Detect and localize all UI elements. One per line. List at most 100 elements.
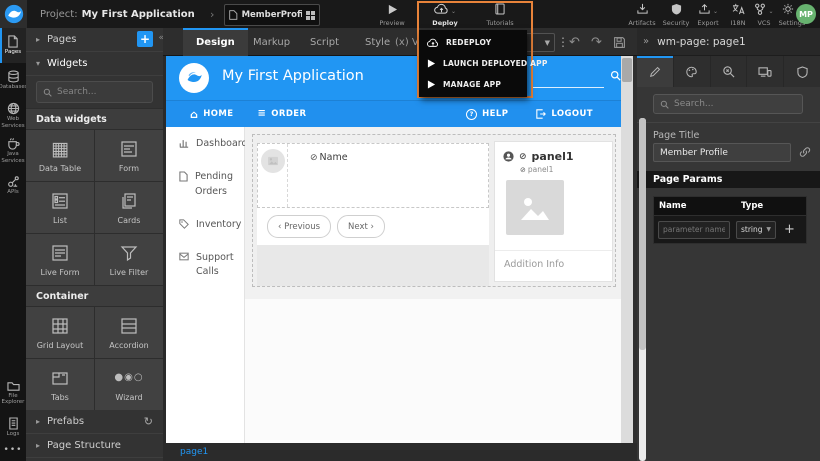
widget-tile-accordion[interactable]: Accordion (95, 307, 163, 358)
add-page-button[interactable]: + (137, 31, 153, 47)
tile-label: Tabs (51, 393, 69, 402)
widget-tile-grid-layout[interactable]: Grid Layout (26, 307, 94, 358)
panel-scrollbar-thumb[interactable] (639, 118, 646, 350)
page-tab-page1[interactable]: page1 (180, 447, 208, 457)
list-widget[interactable]: ⊘ Name (257, 143, 489, 208)
nav-item-order[interactable]: ≡ ORDER (258, 109, 307, 119)
redo-icon[interactable]: ↷ (591, 28, 602, 56)
widget-tile-live-filter[interactable]: Live Filter (95, 234, 163, 285)
sidenav-item-inventory[interactable]: Inventory (166, 208, 244, 241)
widget-tile-wizard[interactable]: ●◉○ Wizard (95, 359, 163, 410)
tab-properties[interactable] (637, 56, 674, 87)
app-header[interactable]: My First Application (166, 56, 621, 100)
rail-label: Logs (7, 431, 20, 437)
image-placeholder[interactable] (506, 180, 564, 235)
nav-item-help[interactable]: ? HELP (466, 109, 508, 120)
tile-label: Live Form (40, 268, 79, 277)
parameter-type-select[interactable]: string ▼ (736, 221, 776, 239)
tile-label: Cards (118, 216, 141, 225)
nav-item-logout[interactable]: LOGOUT (536, 109, 593, 120)
no-binding-icon: ⊘ (310, 153, 318, 163)
open-file-tab[interactable]: MemberProfile (224, 4, 320, 26)
tab-script[interactable]: Script (297, 28, 352, 56)
layout-grid-icon[interactable] (306, 11, 315, 20)
widget-tile-tabs[interactable]: Tabs (26, 359, 94, 410)
properties-tabs (637, 56, 820, 87)
sidenav-item-dashboard[interactable]: Dashboard (166, 127, 244, 160)
next-button[interactable]: Next › (337, 215, 385, 238)
menu-item-redeploy[interactable]: REDEPLOY (419, 38, 527, 48)
expand-panel-icon[interactable]: » (643, 36, 649, 47)
widget-tile-live-form[interactable]: Live Form (26, 234, 94, 285)
inventory-tag-icon (179, 219, 189, 229)
tab-markup[interactable]: Markup (240, 28, 303, 56)
panel-header[interactable]: ⊘ panel1 (503, 150, 574, 163)
page-structure-section-header[interactable]: ▸ Page Structure (26, 434, 163, 458)
rail-label: Databases (0, 84, 28, 90)
widget-tile-form[interactable]: Form (95, 130, 163, 181)
sidenav-label: Inventory (196, 218, 241, 232)
tutorials-label: Tutorials (486, 19, 513, 27)
more-options-icon[interactable]: ••• (0, 445, 26, 455)
list-field-name[interactable]: ⊘ Name (310, 152, 348, 163)
parameter-name-input[interactable] (658, 221, 730, 239)
sidenav-item-support-calls[interactable]: Support Calls (166, 241, 244, 289)
rail-item-file-explorer[interactable]: File Explorer (0, 375, 26, 410)
prefabs-section-header[interactable]: ▸ Prefabs ↻ (26, 410, 163, 434)
canvas-page[interactable]: My First Application ⌂ HOME ≡ ORDER ? HE… (166, 56, 621, 443)
properties-search-input[interactable]: Search... (653, 94, 803, 114)
rail-item-logs[interactable]: Logs (0, 410, 26, 445)
app-search-input[interactable] (532, 87, 604, 88)
save-icon[interactable] (613, 28, 626, 56)
widget-tile-cards[interactable]: Cards (95, 182, 163, 233)
kebab-menu-icon[interactable]: ⋮ (557, 28, 569, 56)
field-label: Name (320, 152, 348, 163)
widget-search-placeholder: Search... (57, 87, 97, 97)
tutorials-button[interactable]: Tutorials (480, 2, 520, 27)
sidenav-item-pending-orders[interactable]: Pending Orders (166, 160, 244, 208)
app-search-icon[interactable] (610, 70, 621, 81)
menu-item-launch-deployed-app[interactable]: LAUNCH DEPLOYED APP (419, 59, 527, 68)
wavemaker-logo[interactable] (0, 0, 27, 28)
canvas-scrollbar[interactable] (621, 56, 633, 443)
refresh-icon[interactable]: ↻ (144, 415, 153, 428)
rail-item-java-services[interactable]: Java Services (0, 133, 26, 168)
panel-widget[interactable]: ⊘ panel1 ⊘ panel1 Addition Info (494, 141, 613, 282)
undo-icon[interactable]: ↶ (569, 28, 580, 56)
rail-item-pages[interactable]: Pages (0, 28, 26, 63)
person-icon (503, 151, 514, 162)
tile-label: Data Table (39, 164, 81, 173)
pages-section-header[interactable]: ▸ Pages + « (26, 28, 163, 52)
menu-item-manage-app[interactable]: MANAGE APP (419, 80, 527, 89)
add-parameter-button[interactable]: + (784, 222, 795, 237)
user-avatar[interactable]: MP (796, 4, 816, 24)
widget-tile-list[interactable]: List (26, 182, 94, 233)
sidenav-label: Support Calls (196, 251, 244, 280)
panel-scrollbar[interactable] (639, 118, 646, 461)
widget-search-input[interactable]: Search... (36, 81, 153, 103)
nav-item-home[interactable]: ⌂ HOME (190, 109, 234, 120)
widget-container[interactable]: ⊘ Name ‹ Previous Next › ⊘ panel1 (252, 134, 616, 287)
canvas-scrollbar-thumb[interactable] (622, 58, 632, 82)
nav-label: HELP (482, 109, 508, 119)
tab-events[interactable] (711, 56, 748, 87)
rail-item-apis[interactable]: APIs (0, 168, 26, 203)
tab-security[interactable] (784, 56, 820, 87)
bottom-page-tabs: page1 (163, 443, 637, 461)
previous-button[interactable]: ‹ Previous (267, 215, 331, 238)
rail-label: File Explorer (0, 393, 26, 405)
avatar-placeholder (261, 149, 285, 173)
tab-devices[interactable] (747, 56, 784, 87)
rail-item-databases[interactable]: Databases (0, 63, 26, 98)
deploy-button[interactable]: ⌄ Deploy (425, 2, 465, 27)
bind-link-icon[interactable] (799, 146, 811, 158)
chevron-right-icon: ▸ (36, 441, 40, 450)
page-title-input[interactable] (653, 143, 791, 162)
widgets-section-header[interactable]: ▾ Widgets (26, 52, 163, 76)
tab-design[interactable]: Design (183, 28, 248, 56)
tab-styles[interactable] (674, 56, 711, 87)
logout-icon (536, 109, 546, 119)
widget-tile-data-table[interactable]: ▦ Data Table (26, 130, 94, 181)
rail-item-web-services[interactable]: Web Services (0, 98, 26, 133)
preview-button[interactable]: Preview (372, 2, 412, 27)
